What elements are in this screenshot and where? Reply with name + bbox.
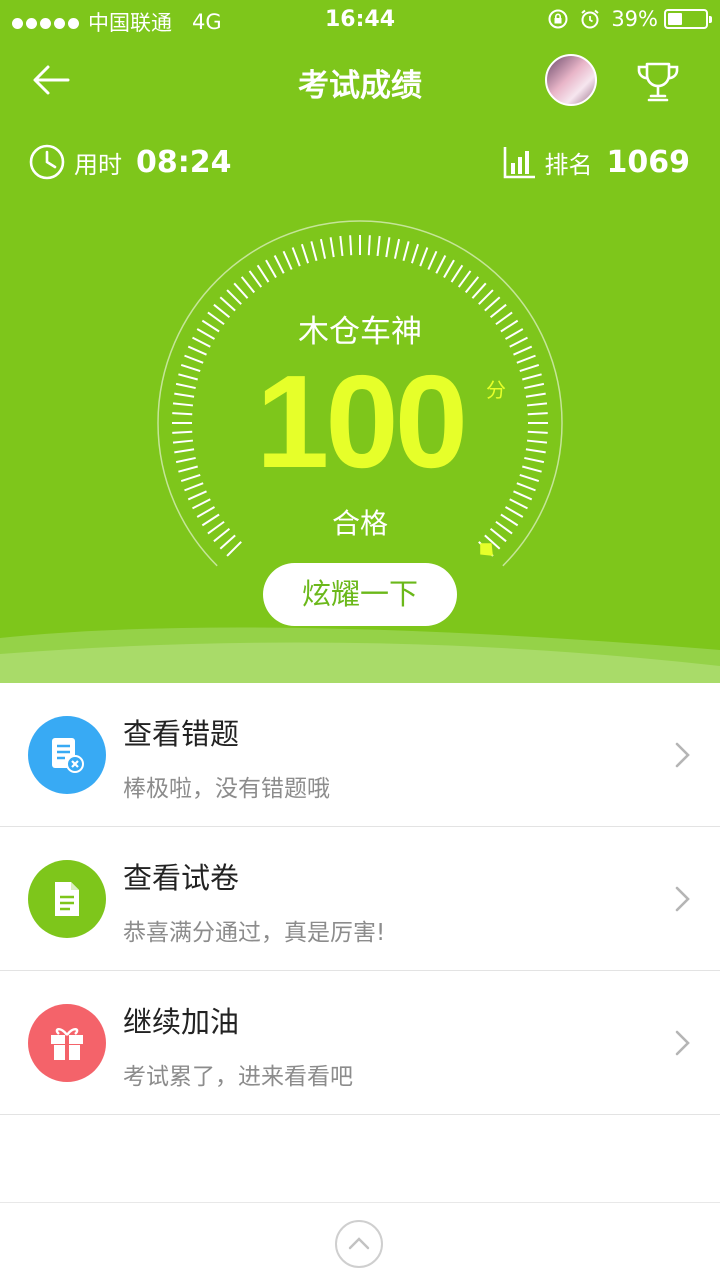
item-subtitle: 考试累了，进来看看吧 [123, 1064, 353, 1090]
gauge-tick [443, 259, 455, 279]
time-used: 用时 08:24 [28, 140, 232, 184]
gauge-tick [349, 235, 353, 256]
item-title: 查看错题 [123, 717, 240, 751]
gauge-tick [226, 289, 242, 305]
gauge-tick [273, 255, 285, 274]
gauge-tick [478, 289, 494, 305]
list-item-view-paper[interactable]: 查看试卷 恭喜满分通过，真是厉害! [0, 827, 720, 971]
chevron-up-icon [348, 1237, 370, 1250]
gauge-tick [457, 270, 472, 288]
result-header: 中国联通 4G 16:44 39% 考试成绩 用时 08:24 排名 1069 … [0, 0, 720, 683]
gauge-tick [256, 264, 270, 283]
gauge-tick [435, 255, 447, 274]
gauge-tick [450, 264, 464, 283]
score-unit: 分 [486, 378, 506, 402]
gauge-tick [464, 276, 480, 294]
page-title: 考试成绩 [298, 68, 422, 104]
gauge-tick [248, 270, 263, 288]
time-value: 08:24 [136, 144, 232, 180]
trophy-icon[interactable] [634, 58, 682, 106]
gauge-tick [513, 490, 533, 501]
gauge-tick [233, 282, 249, 299]
chevron-right-icon [675, 1030, 690, 1056]
rotation-lock-icon [548, 9, 568, 29]
gauge-tick [367, 235, 371, 256]
gauge-tick [187, 490, 207, 501]
gauge-tick [410, 243, 420, 264]
gauge-tick [329, 237, 335, 258]
item-subtitle: 棒极啦，没有错题哦 [123, 776, 330, 802]
wrong-questions-icon [28, 716, 106, 794]
gift-icon [28, 1004, 106, 1082]
scroll-up-button[interactable] [335, 1220, 383, 1268]
nav-bar: 考试成绩 [0, 40, 720, 120]
score-value: 100 [255, 348, 468, 495]
item-subtitle: 恭喜满分通过，真是厉害! [123, 920, 386, 946]
gauge-tick [226, 541, 242, 557]
gauge-tick [300, 243, 310, 264]
action-list: 查看错题 棒极啦，没有错题哦 查看试卷 恭喜满分通过，真是厉害! 继续加油 考试… [0, 683, 720, 1115]
gauge-tick [291, 247, 301, 267]
chevron-right-icon [675, 886, 690, 912]
chevron-right-icon [675, 742, 690, 768]
gauge-tick [427, 250, 438, 270]
time-label: 用时 [74, 150, 122, 179]
bar-chart-icon [503, 147, 535, 179]
wave-decoration [0, 627, 720, 683]
gauge-tick [471, 282, 487, 299]
gauge-tick [265, 259, 277, 279]
share-button[interactable]: 炫耀一下 [263, 563, 457, 626]
rank-label: 排名 [544, 150, 593, 179]
list-item-wrong-questions[interactable]: 查看错题 棒极啦，没有错题哦 [0, 683, 720, 827]
pass-status: 合格 [331, 507, 388, 540]
status-bar: 中国联通 4G 16:44 39% [0, 0, 720, 40]
gauge-pointer [480, 543, 493, 556]
user-title: 木仓车神 [298, 314, 422, 350]
gauge-tick [310, 241, 318, 261]
item-title: 继续加油 [123, 1005, 240, 1039]
gauge-tick [385, 237, 391, 258]
gauge-tick [393, 238, 401, 259]
bottom-bar [0, 1202, 720, 1281]
gauge-tick [339, 235, 344, 257]
list-item-keep-going[interactable]: 继续加油 考试累了，进来看看吧 [0, 971, 720, 1115]
gauge-tick [282, 250, 293, 270]
battery-icon [664, 9, 712, 29]
gauge-tick [376, 235, 381, 257]
clock-icon [29, 144, 65, 180]
battery-percent: 39% [611, 7, 658, 31]
gauge-tick [319, 238, 327, 259]
ranking: 排名 1069 [503, 140, 691, 184]
alarm-icon [581, 9, 599, 29]
gauge-tick [419, 247, 429, 267]
gauge-tick [402, 241, 410, 261]
rank-value: 1069 [606, 144, 691, 180]
item-title: 查看试卷 [123, 861, 240, 895]
avatar[interactable] [545, 54, 597, 106]
gauge-tick [240, 276, 256, 294]
exam-paper-icon [28, 860, 106, 938]
